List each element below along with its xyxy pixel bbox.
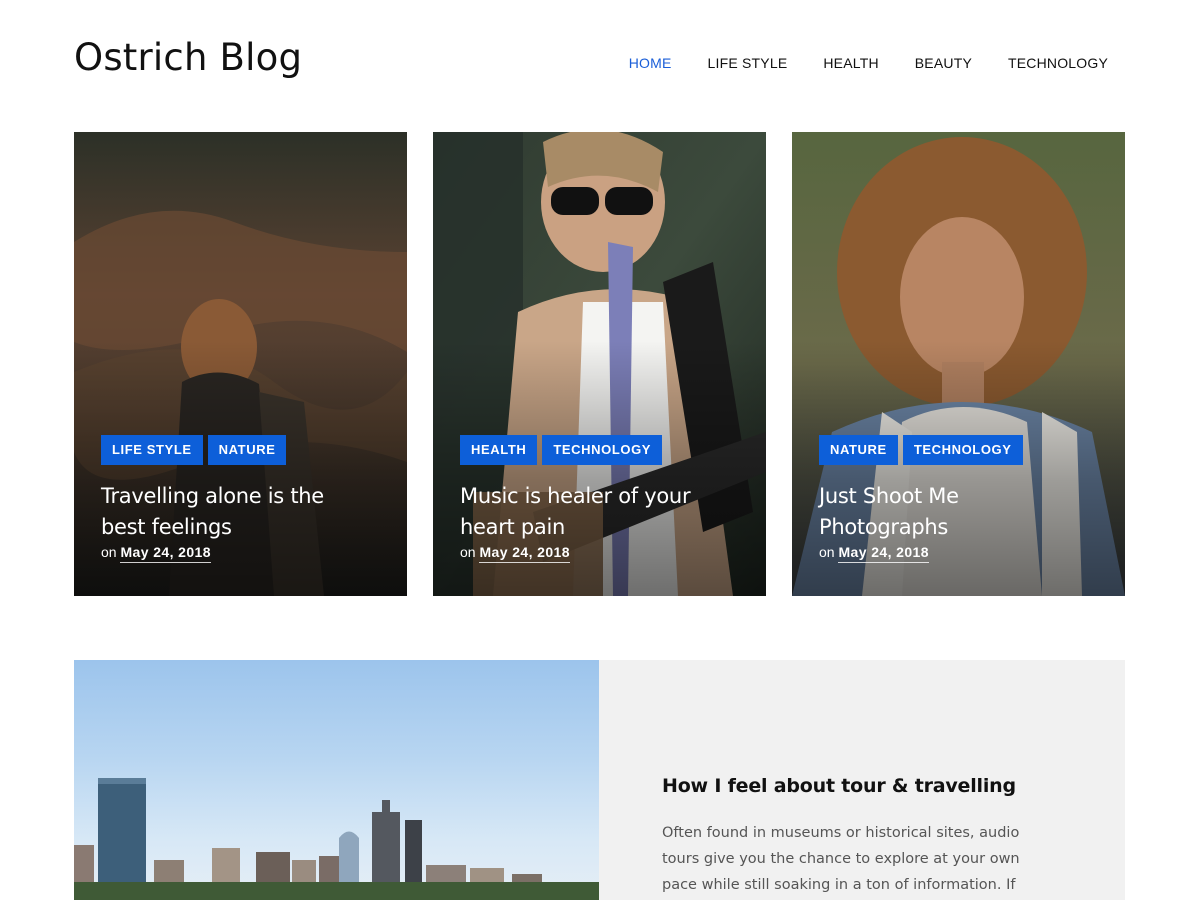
tag-list: LIFE STYLE NATURE xyxy=(101,435,387,465)
post-list-item: How I feel about tour & travelling Often… xyxy=(74,660,1125,900)
post-title-line: Just Shoot Me xyxy=(819,484,959,508)
nav-item-health[interactable]: HEALTH xyxy=(823,55,878,71)
card-content: NATURE TECHNOLOGY Just Shoot Me Photogra… xyxy=(819,435,1105,563)
post-date[interactable]: May 24, 2018 xyxy=(479,544,570,563)
main-nav: HOME LIFE STYLE HEALTH BEAUTY TECHNOLOGY xyxy=(629,55,1108,71)
nav-item-home[interactable]: HOME xyxy=(629,55,672,71)
featured-post-card[interactable]: HEALTH TECHNOLOGY Music is healer of you… xyxy=(433,132,766,596)
tag-list: NATURE TECHNOLOGY xyxy=(819,435,1105,465)
post-date[interactable]: May 24, 2018 xyxy=(120,544,211,563)
tag-badge[interactable]: TECHNOLOGY xyxy=(902,435,1023,465)
post-title-line: best feelings xyxy=(101,515,232,539)
card-content: HEALTH TECHNOLOGY Music is healer of you… xyxy=(460,435,746,563)
nav-item-life-style[interactable]: LIFE STYLE xyxy=(708,55,788,71)
featured-post-card[interactable]: NATURE TECHNOLOGY Just Shoot Me Photogra… xyxy=(792,132,1125,596)
tag-badge[interactable]: NATURE xyxy=(207,435,287,465)
post-date[interactable]: May 24, 2018 xyxy=(838,544,929,563)
card-content: LIFE STYLE NATURE Travelling alone is th… xyxy=(101,435,387,563)
post-meta-prefix: on xyxy=(819,544,835,560)
nav-item-beauty[interactable]: BEAUTY xyxy=(915,55,972,71)
post-meta: on May 24, 2018 xyxy=(819,544,1105,563)
post-image-city-skyline[interactable] xyxy=(74,660,599,900)
post-meta: on May 24, 2018 xyxy=(460,544,746,563)
tag-badge[interactable]: TECHNOLOGY xyxy=(542,435,663,465)
post-title-line: Travelling alone is the xyxy=(101,484,324,508)
post-excerpt-line: pace while still soaking in a ton of inf… xyxy=(662,877,1016,893)
featured-post-card[interactable]: LIFE STYLE NATURE Travelling alone is th… xyxy=(74,132,407,596)
post-meta: on May 24, 2018 xyxy=(101,544,387,563)
post-excerpt-line: tours give you the chance to explore at … xyxy=(662,851,1020,867)
post-title-line: heart pain xyxy=(460,515,565,539)
tag-badge[interactable]: HEALTH xyxy=(460,435,538,465)
post-title[interactable]: Travelling alone is the best feelings xyxy=(101,481,387,543)
post-excerpt: Often found in museums or historical sit… xyxy=(662,820,1062,898)
post-excerpt-line: Often found in museums or historical sit… xyxy=(662,825,1020,841)
post-title[interactable]: How I feel about tour & travelling xyxy=(662,775,1016,797)
site-header: Ostrich Blog HOME LIFE STYLE HEALTH BEAU… xyxy=(0,0,1200,130)
nav-item-technology[interactable]: TECHNOLOGY xyxy=(1008,55,1108,71)
post-title[interactable]: Just Shoot Me Photographs xyxy=(819,481,1105,543)
post-meta-prefix: on xyxy=(460,544,476,560)
tag-list: HEALTH TECHNOLOGY xyxy=(460,435,746,465)
post-title-line: Music is healer of your xyxy=(460,484,691,508)
tag-badge[interactable]: NATURE xyxy=(819,435,898,465)
post-title[interactable]: Music is healer of your heart pain xyxy=(460,481,746,543)
post-summary-panel: How I feel about tour & travelling Often… xyxy=(599,660,1125,900)
tag-badge[interactable]: LIFE STYLE xyxy=(101,435,203,465)
city-skyline-illustration xyxy=(74,778,599,900)
site-title[interactable]: Ostrich Blog xyxy=(74,36,302,79)
post-meta-prefix: on xyxy=(101,544,117,560)
post-title-line: Photographs xyxy=(819,515,949,539)
